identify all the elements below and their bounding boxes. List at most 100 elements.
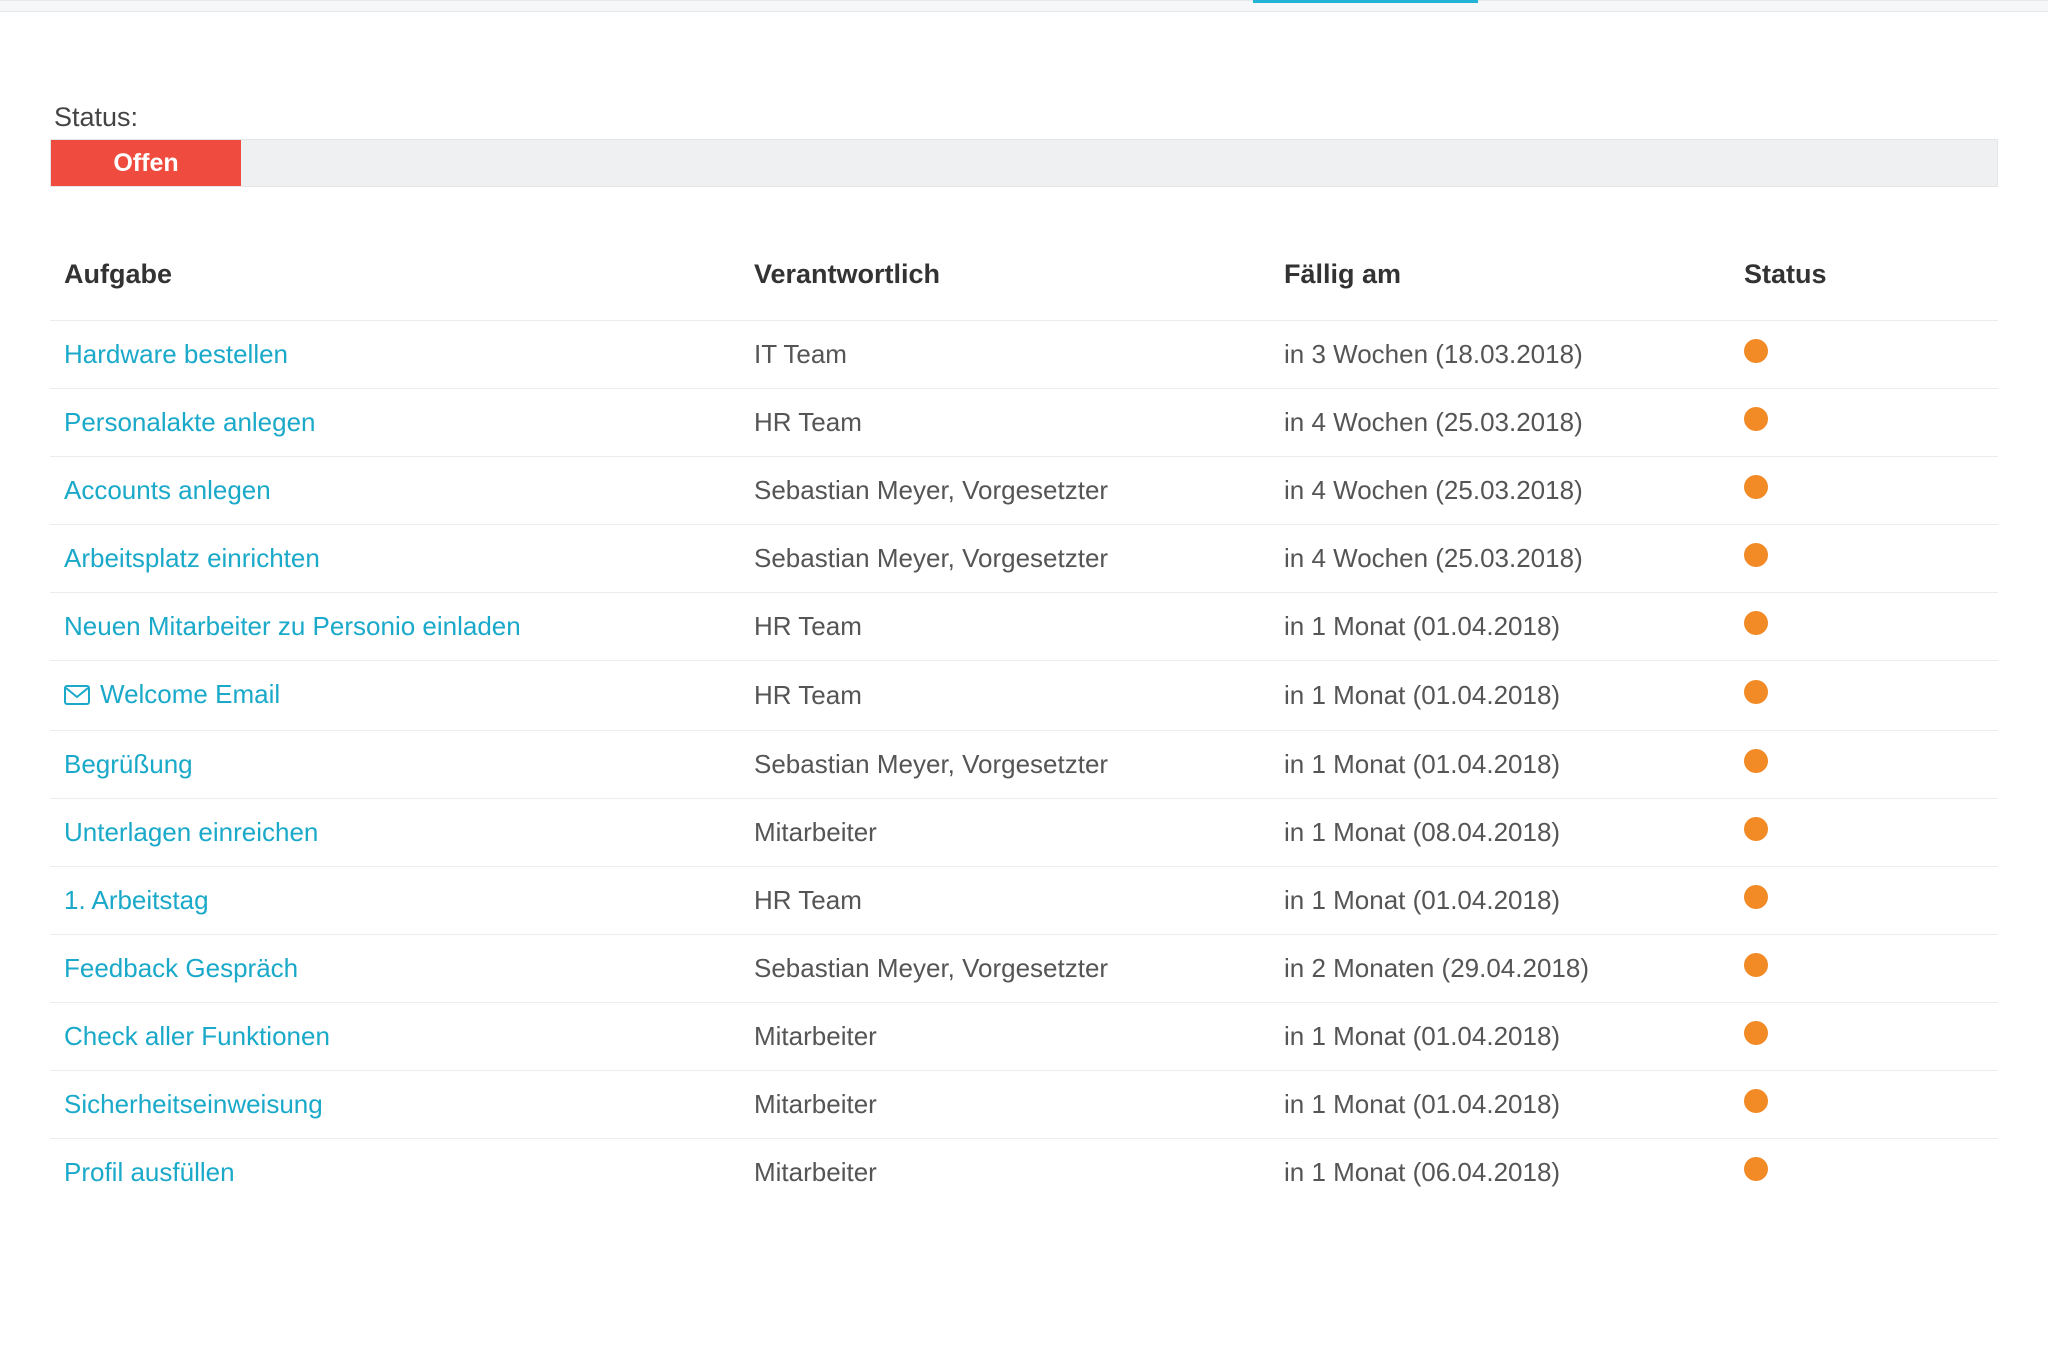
cell-due: in 1 Monat (01.04.2018) [1270,1071,1730,1139]
task-link[interactable]: Sicherheitseinweisung [64,1089,323,1119]
table-row: Unterlagen einreichen Mitarbeiterin 1 Mon… [50,799,1998,867]
task-link-label: Unterlagen einreichen [64,817,318,847]
cell-status [1730,799,1998,867]
task-link[interactable]: Check aller Funktionen [64,1021,330,1051]
status-dot-open [1744,1089,1768,1113]
task-link[interactable]: Hardware bestellen [64,339,288,369]
cell-status [1730,457,1998,525]
task-link-label: 1. Arbeitstag [64,885,209,915]
table-row: Personalakte anlegen HR Teamin 4 Wochen (… [50,389,1998,457]
tasks-panel: Status: Offen Aufgabe Verantwortlich Fäl… [0,12,2048,1226]
task-link[interactable]: Arbeitsplatz einrichten [64,543,320,573]
table-row: Hardware bestellen IT Teamin 3 Wochen (18… [50,321,1998,389]
col-header-status[interactable]: Status [1730,237,1998,321]
task-link-label: Profil ausfüllen [64,1157,235,1187]
table-row: Begrüßung Sebastian Meyer, Vorgesetzterin… [50,731,1998,799]
task-link[interactable]: Personalakte anlegen [64,407,316,437]
cell-responsible: Sebastian Meyer, Vorgesetzter [740,935,1270,1003]
cell-due: in 1 Monat (06.04.2018) [1270,1139,1730,1207]
cell-responsible: Mitarbeiter [740,799,1270,867]
cell-task: Personalakte anlegen [50,389,740,457]
cell-task: Sicherheitseinweisung [50,1071,740,1139]
cell-responsible: HR Team [740,661,1270,731]
col-header-responsible[interactable]: Verantwortlich [740,237,1270,321]
status-dot-open [1744,885,1768,909]
table-row: Profil ausfüllen Mitarbeiterin 1 Monat (0… [50,1139,1998,1207]
cell-responsible: Sebastian Meyer, Vorgesetzter [740,457,1270,525]
mail-icon [64,681,90,712]
cell-due: in 3 Wochen (18.03.2018) [1270,321,1730,389]
table-row: Feedback Gespräch Sebastian Meyer, Vorges… [50,935,1998,1003]
cell-responsible: Mitarbeiter [740,1003,1270,1071]
cell-task: Accounts anlegen [50,457,740,525]
task-link-label: Accounts anlegen [64,475,271,505]
status-dot-open [1744,611,1768,635]
cell-task: Check aller Funktionen [50,1003,740,1071]
task-link[interactable]: Accounts anlegen [64,475,271,505]
cell-status [1730,525,1998,593]
task-link[interactable]: Welcome Email [64,679,280,709]
cell-status [1730,731,1998,799]
table-row: Neuen Mitarbeiter zu Personio einladen HR… [50,593,1998,661]
table-row: Accounts anlegen Sebastian Meyer, Vorgese… [50,457,1998,525]
cell-due: in 2 Monaten (29.04.2018) [1270,935,1730,1003]
table-row: Welcome Email HR Teamin 1 Monat (01.04.20… [50,661,1998,731]
status-dot-open [1744,339,1768,363]
cell-task: Profil ausfüllen [50,1139,740,1207]
task-link[interactable]: Begrüßung [64,749,193,779]
cell-responsible: HR Team [740,593,1270,661]
task-link-label: Neuen Mitarbeiter zu Personio einladen [64,611,521,641]
task-link-label: Arbeitsplatz einrichten [64,543,320,573]
task-link[interactable]: 1. Arbeitstag [64,885,209,915]
col-header-due[interactable]: Fällig am [1270,237,1730,321]
cell-due: in 1 Monat (01.04.2018) [1270,661,1730,731]
cell-status [1730,661,1998,731]
cell-due: in 1 Monat (01.04.2018) [1270,731,1730,799]
cell-status [1730,867,1998,935]
top-tab-strip [0,0,2048,12]
cell-task: Feedback Gespräch [50,935,740,1003]
status-dot-open [1744,407,1768,431]
status-dot-open [1744,953,1768,977]
table-row: Arbeitsplatz einrichten Sebastian Meyer, … [50,525,1998,593]
status-dot-open [1744,1021,1768,1045]
cell-responsible: IT Team [740,321,1270,389]
cell-responsible: HR Team [740,389,1270,457]
task-link[interactable]: Profil ausfüllen [64,1157,235,1187]
status-dot-open [1744,543,1768,567]
cell-responsible: Mitarbeiter [740,1071,1270,1139]
cell-due: in 4 Wochen (25.03.2018) [1270,525,1730,593]
cell-responsible: HR Team [740,867,1270,935]
task-link-label: Feedback Gespräch [64,953,298,983]
cell-task: Welcome Email [50,661,740,731]
status-dot-open [1744,680,1768,704]
cell-responsible: Mitarbeiter [740,1139,1270,1207]
status-dot-open [1744,1157,1768,1181]
active-tab-indicator [1253,0,1478,3]
table-header-row: Aufgabe Verantwortlich Fällig am Status [50,237,1998,321]
task-link[interactable]: Feedback Gespräch [64,953,298,983]
cell-status [1730,935,1998,1003]
cell-due: in 1 Monat (01.04.2018) [1270,593,1730,661]
cell-due: in 1 Monat (01.04.2018) [1270,867,1730,935]
cell-due: in 4 Wochen (25.03.2018) [1270,457,1730,525]
cell-status [1730,593,1998,661]
cell-task: Unterlagen einreichen [50,799,740,867]
status-dot-open [1744,749,1768,773]
cell-task: Begrüßung [50,731,740,799]
task-link[interactable]: Unterlagen einreichen [64,817,318,847]
cell-responsible: Sebastian Meyer, Vorgesetzter [740,731,1270,799]
cell-status [1730,321,1998,389]
task-link-label: Personalakte anlegen [64,407,316,437]
col-header-task[interactable]: Aufgabe [50,237,740,321]
status-filter-bar: Offen [50,139,1998,187]
cell-status [1730,389,1998,457]
cell-due: in 1 Monat (08.04.2018) [1270,799,1730,867]
cell-task: Neuen Mitarbeiter zu Personio einladen [50,593,740,661]
cell-due: in 4 Wochen (25.03.2018) [1270,389,1730,457]
task-link[interactable]: Neuen Mitarbeiter zu Personio einladen [64,611,521,641]
cell-responsible: Sebastian Meyer, Vorgesetzter [740,525,1270,593]
status-filter-pill-open[interactable]: Offen [51,140,241,186]
cell-due: in 1 Monat (01.04.2018) [1270,1003,1730,1071]
status-dot-open [1744,817,1768,841]
